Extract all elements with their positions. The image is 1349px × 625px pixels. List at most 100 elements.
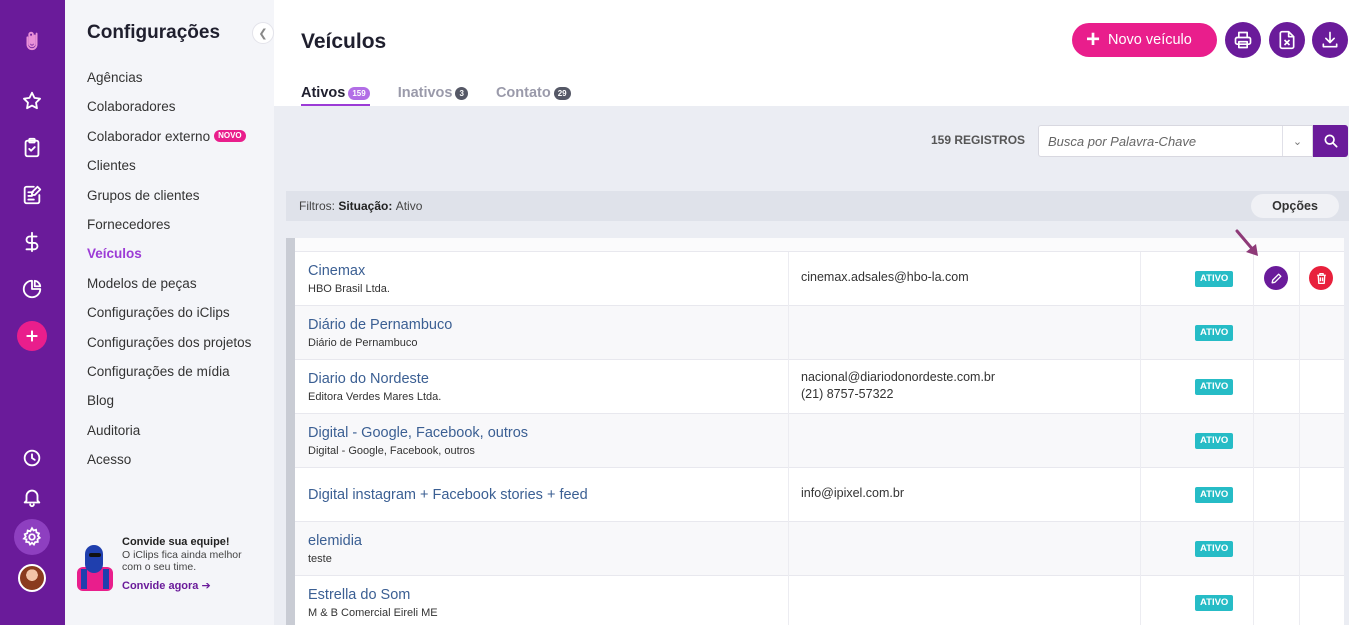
chevron-down-icon: ⌄ (1292, 135, 1303, 148)
vehicle-name[interactable]: Cinemax (308, 263, 365, 279)
chevron-left-icon: ❮ (258, 27, 268, 40)
sidebar-item-veiculos[interactable]: Veículos (87, 243, 251, 272)
edit-button[interactable] (1264, 266, 1288, 290)
vehicle-company: Diário de Pernambuco (308, 337, 418, 349)
dollar-icon[interactable] (16, 226, 48, 258)
status-badge: ATIVO (1195, 271, 1234, 287)
export-excel-button[interactable] (1269, 22, 1305, 58)
table-row[interactable]: elemidia teste ATIVO (295, 522, 1344, 576)
settings-menu: Agências Colaboradores Colaborador exter… (87, 67, 251, 478)
options-button[interactable]: Opções (1251, 194, 1339, 218)
plus-icon: + (1086, 26, 1101, 53)
status-badge: ATIVO (1195, 541, 1234, 557)
search-input[interactable] (1039, 126, 1279, 156)
vehicle-name[interactable]: Diario do Nordeste (308, 371, 429, 387)
vehicle-name[interactable]: elemidia (308, 533, 362, 549)
contact-phone: (21) 8757-57322 (801, 387, 894, 401)
table-row[interactable]: Digital instagram + Facebook stories + f… (295, 468, 1344, 522)
main-content: Veículos + Novo veículo Ativos 159 Inativo… (274, 0, 1349, 625)
edit-document-icon[interactable] (16, 179, 48, 211)
tab-ativos[interactable]: Ativos 159 (301, 80, 370, 106)
tab-count: 3 (455, 86, 468, 100)
tab-count: 29 (553, 86, 571, 100)
contact-email: nacional@diariodonordeste.com.br (801, 370, 996, 384)
filter-value: Ativo (395, 199, 423, 213)
gear-icon[interactable] (14, 519, 50, 555)
vehicle-company: HBO Brasil Ltda. (308, 283, 390, 295)
vehicle-contact: info@ipixel.com.br (801, 486, 905, 500)
invite-illustration (77, 545, 113, 591)
filters-prefix: Filtros: (299, 199, 335, 213)
search-box: ⌄ (1038, 125, 1313, 157)
tab-contato[interactable]: Contato 29 (496, 80, 571, 106)
invite-card: Convide sua equipe! O iClips fica ainda … (73, 533, 268, 593)
collapse-sidebar-button[interactable]: ❮ (252, 22, 274, 44)
table-row[interactable]: Digital - Google, Facebook, outros Digit… (295, 414, 1344, 468)
sidebar-item-configuracoes-midia[interactable]: Configurações de mídia (87, 361, 251, 390)
new-badge: NOVO (214, 129, 246, 142)
status-badge: ATIVO (1195, 487, 1234, 503)
annotation-arrow-icon (1235, 229, 1258, 256)
sidebar-item-configuracoes-iclips[interactable]: Configurações do iClips (87, 302, 251, 331)
sidebar-item-modelos-de-pecas[interactable]: Modelos de peças (87, 273, 251, 302)
table-left-bar (286, 238, 295, 625)
arrow-right-icon: ➔ (201, 580, 211, 592)
vehicle-company: Editora Verdes Mares Ltda. (308, 391, 442, 403)
vehicle-name[interactable]: Diário de Pernambuco (308, 317, 452, 333)
list-area: 159 REGISTROS ⌄ Filtros: Situação: Ativo… (274, 106, 1349, 625)
table-row[interactable]: Estrella do Som M & B Comercial Eireli M… (295, 576, 1344, 625)
clipboard-check-icon[interactable] (16, 132, 48, 164)
invite-title: Convide sua equipe! (122, 536, 230, 548)
records-count: 159 REGISTROS (931, 133, 1026, 147)
sidebar-item-auditoria[interactable]: Auditoria (87, 420, 251, 449)
sidebar-item-grupos-de-clientes[interactable]: Grupos de clientes (87, 185, 251, 214)
filter-key: Situação (338, 199, 389, 213)
status-badge: ATIVO (1195, 433, 1234, 449)
star-icon[interactable] (16, 85, 48, 117)
table-row[interactable]: Diário de Pernambuco Diário de Pernambuc… (295, 306, 1344, 360)
search-dropdown-toggle[interactable]: ⌄ (1282, 126, 1312, 156)
sidebar-item-agencias[interactable]: Agências (87, 67, 251, 96)
pie-chart-icon[interactable] (16, 273, 48, 305)
table-rows: Cinemax HBO Brasil Ltda. cinemax.adsales… (295, 238, 1344, 625)
pencil-icon (1270, 272, 1282, 284)
clock-icon[interactable] (16, 442, 48, 474)
vehicle-name[interactable]: Estrella do Som (308, 587, 410, 603)
status-badge: ATIVO (1195, 595, 1234, 611)
filters-bar: Filtros: Situação: Ativo Opções (286, 191, 1349, 221)
table-header-strip (295, 238, 1344, 252)
excel-file-icon (1279, 30, 1295, 50)
invite-link[interactable]: Convide agora ➔ (122, 579, 211, 592)
plus-icon[interactable] (17, 321, 47, 351)
sidebar-title: Configurações (87, 22, 221, 43)
print-button[interactable] (1225, 22, 1261, 58)
table-row[interactable]: Cinemax HBO Brasil Ltda. cinemax.adsales… (295, 252, 1344, 306)
download-button[interactable] (1312, 22, 1348, 58)
vehicle-company: teste (308, 553, 332, 565)
search-button[interactable] (1313, 125, 1348, 157)
status-badge: ATIVO (1195, 325, 1234, 341)
vehicle-name[interactable]: Digital instagram + Facebook stories + f… (308, 487, 588, 503)
sidebar-item-configuracoes-projetos[interactable]: Configurações dos projetos (87, 332, 251, 361)
avatar[interactable] (18, 564, 46, 592)
sidebar-item-clientes[interactable]: Clientes (87, 155, 251, 184)
sidebar-item-colaborador-externo[interactable]: Colaborador externo NOVO (87, 126, 251, 155)
tab-inativos[interactable]: Inativos 3 (398, 80, 468, 106)
trash-icon (1316, 272, 1326, 284)
delete-button[interactable] (1309, 266, 1333, 290)
new-vehicle-button[interactable]: + Novo veículo (1072, 23, 1217, 57)
tab-count: 159 (348, 86, 370, 100)
vehicle-contact: cinemax.adsales@hbo-la.com (801, 270, 969, 284)
sidebar-item-fornecedores[interactable]: Fornecedores (87, 214, 251, 243)
paperclip-logo-icon[interactable] (16, 24, 48, 56)
sidebar-item-colaboradores[interactable]: Colaboradores (87, 96, 251, 125)
sidebar-item-blog[interactable]: Blog (87, 390, 251, 419)
sidebar-item-acesso[interactable]: Acesso (87, 449, 251, 478)
bell-icon[interactable] (16, 481, 48, 513)
table-row[interactable]: Diario do Nordeste Editora Verdes Mares … (295, 360, 1344, 414)
vehicle-company: M & B Comercial Eireli ME (308, 607, 438, 619)
page-title: Veículos (301, 30, 387, 53)
vehicle-name[interactable]: Digital - Google, Facebook, outros (308, 425, 528, 441)
printer-icon (1234, 31, 1252, 49)
status-badge: ATIVO (1195, 379, 1234, 395)
